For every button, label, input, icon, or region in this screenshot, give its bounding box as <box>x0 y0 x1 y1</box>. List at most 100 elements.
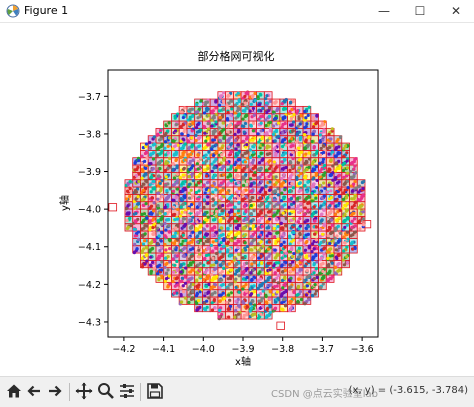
data-point <box>249 123 253 127</box>
data-point <box>326 256 330 261</box>
data-point <box>281 286 285 290</box>
data-point <box>276 281 280 285</box>
data-point <box>145 216 149 220</box>
data-point <box>126 204 130 208</box>
save-icon[interactable] <box>146 382 164 400</box>
data-point <box>322 252 326 256</box>
data-point <box>225 300 229 305</box>
data-point <box>267 275 272 280</box>
data-point <box>287 189 292 194</box>
data-point <box>261 193 265 197</box>
data-point <box>210 162 214 166</box>
data-point <box>163 140 168 144</box>
data-point <box>195 103 199 107</box>
data-point <box>318 169 322 173</box>
data-point <box>299 188 303 192</box>
home-icon[interactable] <box>5 382 23 400</box>
data-point <box>182 167 186 171</box>
data-point <box>160 268 164 272</box>
data-point <box>187 175 192 179</box>
maximize-button[interactable]: ☐ <box>402 0 438 22</box>
data-point <box>302 212 307 217</box>
figure-canvas[interactable]: 部分格网可视化 −4.2 −4.1 −4.0 −3.9 −3.8 −3.7 −3.6 −3.… <box>0 23 474 376</box>
zoom-icon[interactable] <box>97 382 115 400</box>
minimize-button[interactable]: — <box>366 0 402 22</box>
data-point <box>212 225 217 229</box>
data-point <box>299 171 303 176</box>
data-point <box>264 97 268 101</box>
data-point <box>163 265 167 269</box>
data-point <box>176 283 180 287</box>
back-icon[interactable] <box>25 382 43 400</box>
data-point <box>128 194 132 198</box>
data-point <box>343 218 347 222</box>
data-point <box>318 286 323 290</box>
data-point <box>256 250 260 254</box>
data-point <box>288 234 292 238</box>
data-point <box>333 226 338 231</box>
data-point <box>359 212 363 216</box>
data-point <box>328 247 332 251</box>
data-point <box>290 123 294 127</box>
data-point <box>337 201 341 206</box>
data-point <box>242 269 246 273</box>
data-point <box>126 182 130 187</box>
chart-svg[interactable]: 部分格网可视化 −4.2 −4.1 −4.0 −3.9 −3.8 −3.7 −3.6 −3.… <box>0 23 474 376</box>
data-point <box>156 204 160 208</box>
data-point <box>299 297 304 302</box>
data-point <box>274 175 278 179</box>
data-point <box>197 203 202 207</box>
data-point <box>276 296 280 300</box>
data-point <box>267 247 271 251</box>
close-button[interactable]: ✕ <box>438 0 474 22</box>
data-point <box>213 218 217 222</box>
data-point <box>215 259 219 264</box>
data-point <box>150 260 155 264</box>
data-point <box>183 142 187 146</box>
data-point <box>257 256 261 260</box>
data-point <box>195 292 199 296</box>
y-tick-label: −3.7 <box>78 92 101 103</box>
data-point <box>295 234 299 238</box>
data-point <box>291 210 296 214</box>
data-point <box>259 277 263 281</box>
data-point <box>217 236 221 240</box>
navigation-toolbar: CSDN @点云实验室lab (x, y) = (-3.615, -3.784) <box>0 376 474 407</box>
data-point <box>221 283 225 287</box>
data-point <box>265 132 269 136</box>
data-point <box>318 234 322 238</box>
forward-icon[interactable] <box>46 382 64 400</box>
data-point <box>291 150 295 154</box>
data-point <box>329 209 333 214</box>
data-point <box>191 282 195 287</box>
data-point <box>234 168 238 173</box>
data-point <box>199 113 203 117</box>
toolbar-separator <box>140 383 141 401</box>
data-point <box>215 274 219 279</box>
data-point <box>310 191 314 195</box>
data-point <box>269 201 273 205</box>
data-point <box>280 235 284 239</box>
pan-icon[interactable] <box>75 382 93 400</box>
data-point <box>203 146 207 150</box>
data-point <box>290 181 294 186</box>
data-point <box>315 260 319 264</box>
data-point <box>183 296 188 300</box>
data-point <box>187 300 191 305</box>
data-point <box>267 240 272 244</box>
data-point <box>210 308 215 312</box>
data-point <box>292 290 296 294</box>
data-point <box>283 281 288 285</box>
data-point <box>343 181 347 185</box>
data-point <box>175 237 179 241</box>
data-point <box>149 162 153 166</box>
data-point <box>275 276 279 280</box>
data-point <box>187 235 191 240</box>
data-point <box>244 248 248 252</box>
data-point <box>267 313 271 317</box>
data-point <box>148 241 152 245</box>
configure-icon[interactable] <box>118 382 136 400</box>
data-point <box>314 253 318 258</box>
data-point <box>303 109 307 114</box>
data-point <box>334 248 338 252</box>
